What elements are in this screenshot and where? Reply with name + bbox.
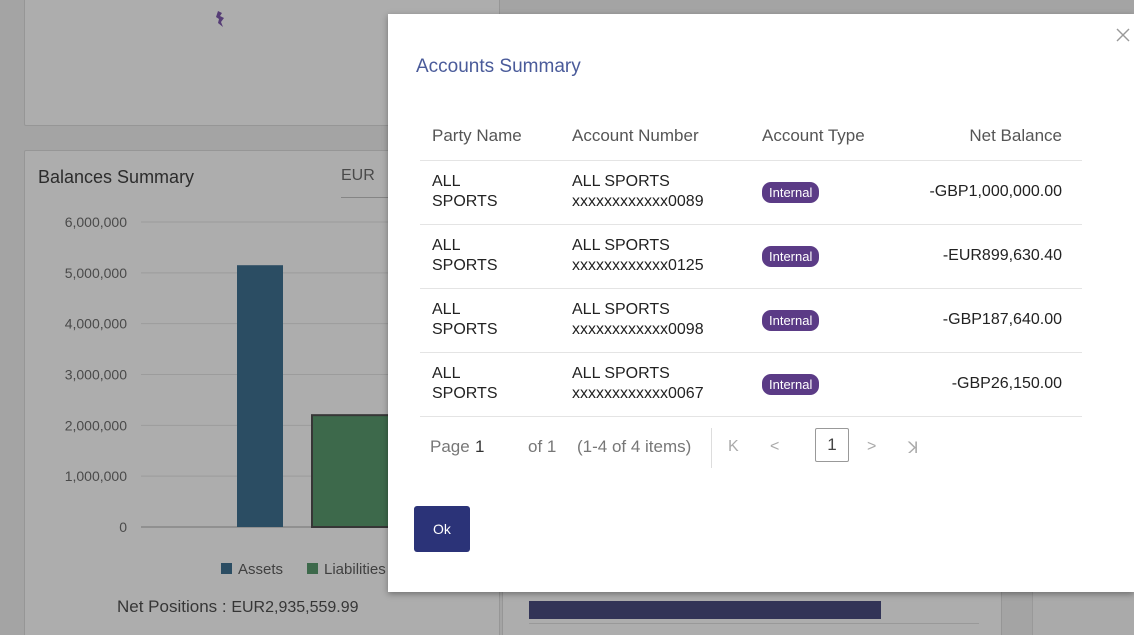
party-name-cell: ALL SPORTS (420, 224, 560, 289)
account-type-cell: Internal (750, 288, 890, 353)
table-row[interactable]: ALL SPORTS ALL SPORTS xxxxxxxxxxxx0089 Int… (420, 160, 1082, 225)
party-name-cell: ALL SPORTS (420, 288, 560, 353)
table-row[interactable]: ALL SPORTS ALL SPORTS xxxxxxxxxxxx0067 Int… (420, 352, 1082, 417)
table-row[interactable]: ALL SPORTS ALL SPORTS xxxxxxxxxxxx0098 Int… (420, 288, 1082, 353)
modal-title: Accounts Summary (416, 56, 581, 77)
net-balance-cell: -GBP26,150.00 (890, 352, 1082, 417)
account-type-cell: Internal (750, 352, 890, 417)
account-type-badge: Internal (762, 181, 820, 203)
account-number-cell: ALL SPORTS xxxxxxxxxxxx0067 (560, 352, 750, 417)
column-header-net-balance[interactable]: Net Balance (890, 112, 1082, 161)
ok-button[interactable]: Ok (414, 506, 470, 552)
accounts-summary-modal: Accounts Summary Party Name Account Numb… (388, 14, 1134, 592)
prev-page-icon[interactable]: < (770, 438, 779, 456)
net-balance-cell: -GBP1,000,000.00 (890, 160, 1082, 225)
first-page-icon[interactable]: K (728, 438, 739, 456)
account-number-cell: ALL SPORTS xxxxxxxxxxxx0098 (560, 288, 750, 353)
account-type-badge: Internal (762, 245, 820, 267)
account-type-cell: Internal (750, 224, 890, 289)
account-type-badge: Internal (762, 373, 820, 395)
last-page-icon[interactable]: ꓘ (908, 438, 919, 458)
page-range: (1-4 of 4 items) (577, 437, 692, 456)
account-number-cell: ALL SPORTS xxxxxxxxxxxx0089 (560, 160, 750, 225)
party-name-cell: ALL SPORTS (420, 160, 560, 225)
net-balance-cell: -GBP187,640.00 (890, 288, 1082, 353)
net-balance-cell: -EUR899,630.40 (890, 224, 1082, 289)
table-header-row: Party Name Account Number Account Type N… (420, 112, 1082, 161)
account-type-cell: Internal (750, 160, 890, 225)
column-header-party-name[interactable]: Party Name (420, 112, 560, 161)
table-row[interactable]: ALL SPORTS ALL SPORTS xxxxxxxxxxxx0125 Int… (420, 224, 1082, 289)
party-name-cell: ALL SPORTS (420, 352, 560, 417)
account-number-cell: ALL SPORTS xxxxxxxxxxxx0125 (560, 224, 750, 289)
close-icon[interactable] (1114, 26, 1132, 44)
page-label: Page (430, 437, 470, 456)
page-number-input[interactable]: 1 (475, 437, 484, 457)
column-header-account-number[interactable]: Account Number (560, 112, 750, 161)
accounts-table: Party Name Account Number Account Type N… (420, 112, 1082, 417)
pager-separator (711, 428, 712, 468)
page-of-total: of 1 (528, 437, 557, 456)
next-page-icon[interactable]: > (867, 438, 876, 456)
pagination: Page 1 of 1 (1-4 of 4 items) K < 1 > ꓘ (420, 428, 1082, 468)
current-page-button[interactable]: 1 (815, 428, 849, 462)
account-type-badge: Internal (762, 309, 820, 331)
column-header-account-type[interactable]: Account Type (750, 112, 890, 161)
